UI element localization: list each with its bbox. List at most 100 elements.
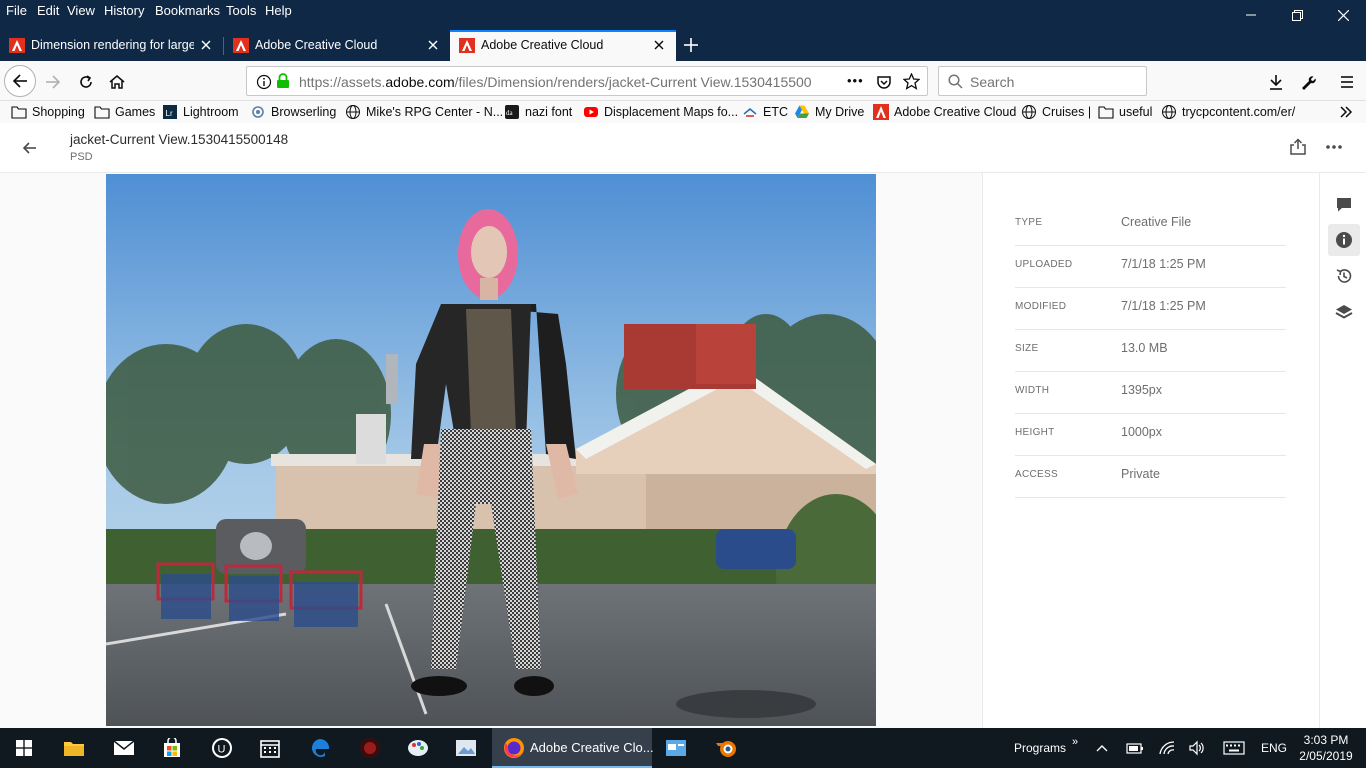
close-tab-icon[interactable] <box>426 38 440 52</box>
search-bar[interactable]: Search <box>938 66 1147 96</box>
network-button[interactable] <box>1158 728 1176 768</box>
windows-logo-icon <box>16 740 32 756</box>
taskbar-store[interactable] <box>148 728 196 768</box>
bookmarks-overflow-button[interactable] <box>1338 103 1354 121</box>
tab-adobe-cc-active[interactable]: Adobe Creative Cloud <box>450 30 676 61</box>
taskbar-app-red[interactable] <box>346 728 394 768</box>
taskbar-paint[interactable] <box>394 728 442 768</box>
programs-toolbar[interactable]: Programs <box>1014 728 1066 768</box>
bookmark-label: Mike's RPG Center - N... <box>366 105 504 119</box>
bookmark-displacement-maps[interactable]: Displacement Maps fo... <box>583 103 738 121</box>
touch-keyboard-button[interactable] <box>1223 728 1245 768</box>
taskbar-window-title: Adobe Creative Clo... <box>530 740 654 755</box>
info-button[interactable] <box>1328 224 1360 256</box>
taskbar-firefox-window[interactable]: Adobe Creative Clo... <box>492 728 654 768</box>
bookmark-mikes-rpg[interactable]: Mike's RPG Center - N... <box>345 103 503 121</box>
menu-edit[interactable]: Edit <box>37 3 59 19</box>
bookmark-nazi-font[interactable]: da nazi font <box>504 103 572 121</box>
photo-viewer-icon <box>456 740 476 756</box>
menu-help[interactable]: Help <box>265 3 292 19</box>
menu-history[interactable]: History <box>104 3 144 19</box>
asset-preview-area <box>0 173 983 729</box>
menu-tools[interactable]: Tools <box>226 3 256 19</box>
file-info-panel: TYPE Creative File UPLOADED 7/1/18 1:25 … <box>983 173 1319 729</box>
info-value: 1395px <box>1121 383 1163 397</box>
file-type: PSD <box>70 151 93 163</box>
bookmark-adobe-cc[interactable]: Adobe Creative Cloud <box>873 103 1016 121</box>
version-history-button[interactable] <box>1328 260 1360 292</box>
battery-button[interactable] <box>1126 728 1144 768</box>
bookmark-label: Games <box>115 105 156 119</box>
menu-file[interactable]: File <box>6 3 27 19</box>
info-row-modified: MODIFIED 7/1/18 1:25 PM <box>1015 288 1286 330</box>
taskbar-unreal-engine[interactable]: U <box>198 728 246 768</box>
comments-button[interactable] <box>1328 188 1360 220</box>
show-hidden-icons-button[interactable] <box>1095 728 1109 768</box>
bookmark-cruises[interactable]: Cruises | <box>1021 103 1091 121</box>
search-icon <box>948 74 963 89</box>
back-button[interactable] <box>4 65 36 97</box>
programs-expand-icon[interactable]: » <box>1072 722 1078 762</box>
minimize-button[interactable] <box>1228 0 1274 30</box>
tab-title: Adobe Creative Cloud <box>255 38 378 52</box>
forward-button[interactable] <box>42 71 64 93</box>
bookmark-useful[interactable]: useful <box>1098 103 1152 121</box>
more-options-button[interactable] <box>1322 136 1346 158</box>
close-window-button[interactable] <box>1320 0 1366 30</box>
bookmark-trycpcontent[interactable]: trycpcontent.com/er/ <box>1161 103 1295 121</box>
taskbar-calendar[interactable] <box>246 728 294 768</box>
clock-button[interactable]: 3:03 PM 2/05/2019 <box>1298 728 1354 768</box>
layers-button[interactable] <box>1328 296 1360 328</box>
bookmark-shopping[interactable]: Shopping <box>11 103 85 121</box>
home-button[interactable] <box>106 71 128 93</box>
bookmark-label: useful <box>1119 105 1153 119</box>
taskbar-file-explorer[interactable] <box>50 728 98 768</box>
share-button[interactable] <box>1287 136 1309 158</box>
bookmark-my-drive[interactable]: My Drive <box>794 103 864 121</box>
url-bar[interactable]: https://assets.adobe.com/files/Dimension… <box>246 66 928 96</box>
dafont-icon: da <box>505 105 519 119</box>
bookmark-games[interactable]: Games <box>94 103 155 121</box>
info-value: Private <box>1121 467 1160 481</box>
lightroom-icon: Lr <box>163 105 177 119</box>
tab-dimension-rendering[interactable]: Dimension rendering for large <box>0 30 223 61</box>
pocket-icon[interactable] <box>876 74 892 90</box>
bookmarks-toolbar: Shopping Games Lr Lightroom Browserling … <box>0 101 1366 123</box>
new-tab-button[interactable] <box>680 34 702 56</box>
page-actions-icon[interactable]: ••• <box>847 73 864 88</box>
start-button[interactable] <box>0 728 48 768</box>
input-language-button[interactable]: ENG <box>1261 728 1287 768</box>
render-preview-image[interactable] <box>106 174 876 726</box>
bookmark-browserling[interactable]: Browserling <box>250 103 336 121</box>
unreal-engine-icon: U <box>212 738 232 758</box>
lock-icon[interactable] <box>276 73 290 89</box>
bookmark-star-icon[interactable] <box>903 73 920 90</box>
info-row-uploaded: UPLOADED 7/1/18 1:25 PM <box>1015 246 1286 288</box>
taskbar-blender[interactable] <box>702 728 750 768</box>
info-circle-icon[interactable] <box>256 74 272 90</box>
bookmark-label: Adobe Creative Cloud <box>894 105 1017 119</box>
close-tab-icon[interactable] <box>199 38 213 52</box>
taskbar-mail[interactable] <box>100 728 148 768</box>
downloads-button[interactable] <box>1265 71 1287 93</box>
developer-tools-button[interactable] <box>1297 71 1319 93</box>
tab-adobe-cc-1[interactable]: Adobe Creative Cloud <box>224 30 450 61</box>
taskbar-app-blue[interactable] <box>652 728 700 768</box>
close-tab-icon[interactable] <box>652 38 666 52</box>
restore-icon <box>1291 9 1303 21</box>
navigation-toolbar: https://assets.adobe.com/files/Dimension… <box>0 61 1366 101</box>
bookmark-etc[interactable]: ETC <box>742 103 788 121</box>
asset-back-button[interactable] <box>18 137 42 159</box>
menu-view[interactable]: View <box>67 3 95 19</box>
home-icon <box>109 75 125 89</box>
taskbar-edge[interactable] <box>296 728 344 768</box>
bookmark-lightroom[interactable]: Lr Lightroom <box>162 103 239 121</box>
reload-button[interactable] <box>75 71 97 93</box>
clock-time: 3:03 PM <box>1303 733 1349 747</box>
app-menu-button[interactable] <box>1336 71 1358 93</box>
volume-button[interactable] <box>1188 728 1206 768</box>
edge-icon <box>311 738 330 757</box>
restore-button[interactable] <box>1274 0 1320 30</box>
menu-bookmarks[interactable]: Bookmarks <box>155 3 220 19</box>
taskbar-photo-app[interactable] <box>442 728 490 768</box>
